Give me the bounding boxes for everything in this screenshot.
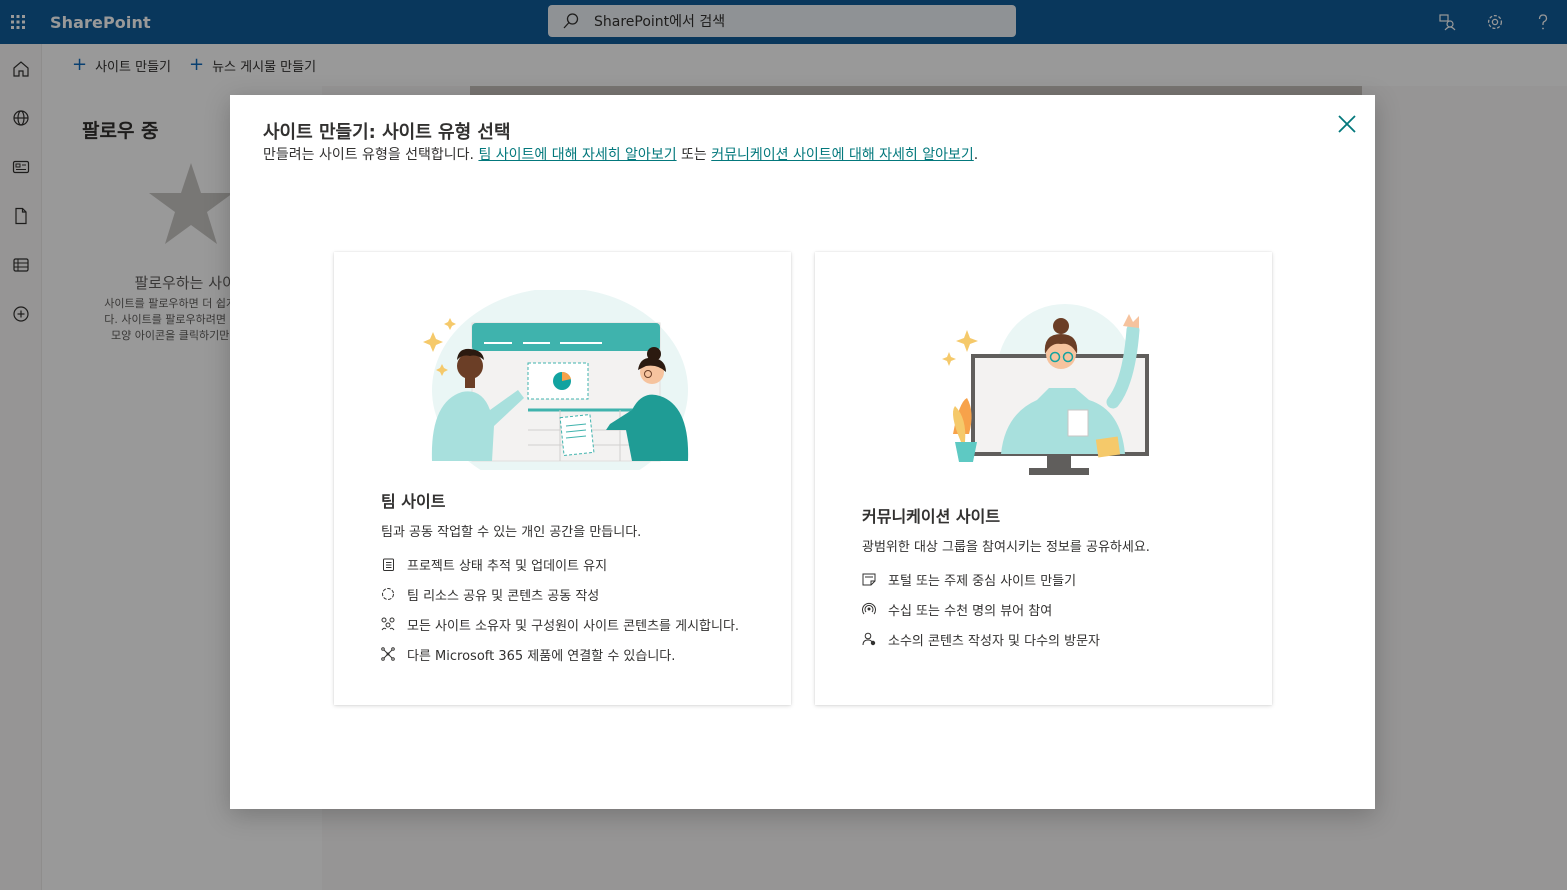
- person-audience-icon: [862, 632, 876, 646]
- team-site-features: 프로젝트 상태 추적 및 업데이트 유지 팀 리소스 공유 및 콘텐츠 공동 작…: [381, 549, 739, 669]
- list-item: 프로젝트 상태 추적 및 업데이트 유지: [381, 549, 739, 579]
- communication-site-description: 광범위한 대상 그룹을 참여시키는 정보를 공유하세요.: [862, 540, 1150, 555]
- dialog-subtitle: 만들려는 사이트 유형을 선택합니다. 팀 사이트에 대해 자세히 알아보기 또…: [263, 144, 978, 164]
- team-site-description: 팀과 공동 작업할 수 있는 개인 공간을 만듭니다.: [381, 525, 642, 540]
- people-network-icon: [381, 617, 395, 631]
- create-site-dialog: 사이트 만들기: 사이트 유형 선택 만들려는 사이트 유형을 선택합니다. 팀…: [230, 95, 1375, 809]
- communication-site-card[interactable]: 커뮤니케이션 사이트 광범위한 대상 그룹을 참여시키는 정보를 공유하세요. …: [815, 252, 1272, 705]
- communication-site-features: 포털 또는 주제 중심 사이트 만들기 수십 또는 수천 명의 뷰어 참여 소수…: [862, 564, 1100, 654]
- team-site-learn-more-link[interactable]: 팀 사이트에 대해 자세히 알아보기: [478, 147, 676, 163]
- sync-icon: [381, 587, 395, 601]
- list-item: 포털 또는 주제 중심 사이트 만들기: [862, 564, 1100, 594]
- feature-text: 프로젝트 상태 추적 및 업데이트 유지: [407, 558, 608, 574]
- close-icon: [1338, 115, 1356, 133]
- team-site-title: 팀 사이트: [381, 492, 446, 511]
- team-site-card[interactable]: 팀 사이트 팀과 공동 작업할 수 있는 개인 공간을 만듭니다. 프로젝트 상…: [334, 252, 791, 705]
- list-item: 다른 Microsoft 365 제품에 연결할 수 있습니다.: [381, 639, 739, 669]
- communication-site-title: 커뮤니케이션 사이트: [862, 507, 1001, 526]
- broadcast-icon: [862, 602, 876, 616]
- team-site-illustration: [423, 290, 689, 470]
- checklist-icon: [381, 557, 395, 571]
- feature-text: 모든 사이트 소유자 및 구성원이 사이트 콘텐츠를 게시합니다.: [407, 618, 740, 634]
- list-item: 수십 또는 수천 명의 뷰어 참여: [862, 594, 1100, 624]
- feature-text: 소수의 콘텐츠 작성자 및 다수의 방문자: [888, 633, 1101, 649]
- subtitle-period: .: [973, 147, 979, 163]
- connect-icon: [381, 647, 395, 661]
- feature-text: 포털 또는 주제 중심 사이트 만들기: [888, 573, 1077, 589]
- dialog-title: 사이트 만들기: 사이트 유형 선택: [263, 122, 511, 143]
- edit-page-icon: [862, 572, 876, 586]
- feature-text: 수십 또는 수천 명의 뷰어 참여: [888, 603, 1053, 619]
- feature-text: 팀 리소스 공유 및 콘텐츠 공동 작성: [407, 588, 600, 604]
- list-item: 팀 리소스 공유 및 콘텐츠 공동 작성: [381, 579, 739, 609]
- feature-text: 다른 Microsoft 365 제품에 연결할 수 있습니다.: [407, 648, 676, 664]
- subtitle-text: 만들려는 사이트 유형을 선택합니다.: [263, 147, 479, 163]
- communication-site-illustration: [942, 304, 1149, 475]
- close-button[interactable]: [1334, 111, 1360, 137]
- list-item: 모든 사이트 소유자 및 구성원이 사이트 콘텐츠를 게시합니다.: [381, 609, 739, 639]
- comm-site-learn-more-link[interactable]: 커뮤니케이션 사이트에 대해 자세히 알아보기: [711, 147, 974, 163]
- subtitle-or: 또는: [676, 147, 712, 163]
- list-item: 소수의 콘텐츠 작성자 및 다수의 방문자: [862, 624, 1100, 654]
